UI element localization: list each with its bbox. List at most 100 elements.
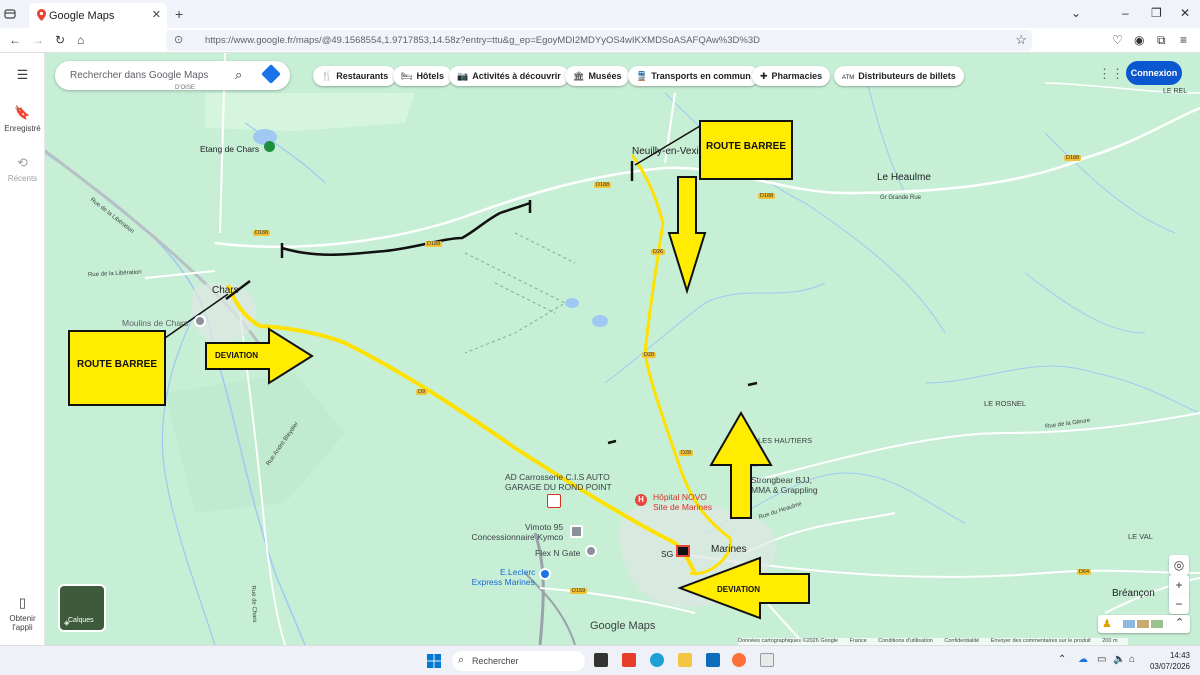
pegman-icon[interactable]: ♟ [1102, 617, 1112, 630]
map-canvas[interactable]: Rechercher dans Google Maps ⌕ 🍴 Restauran… [45, 53, 1200, 645]
place-breancon[interactable]: Bréançon [1112, 588, 1155, 599]
chevron-down-icon[interactable]: ⌄ [1071, 6, 1081, 20]
taskbar-clock[interactable]: 14:43 03/07/2026 [1150, 650, 1190, 672]
search-input[interactable]: Rechercher dans Google Maps [70, 70, 208, 81]
google-maps-logo: Google Maps [590, 620, 656, 632]
poi-flex-n-gate[interactable]: Flex N Gate [535, 548, 580, 558]
chip-restaurants[interactable]: 🍴 Restaurants [313, 66, 397, 86]
gym-pin-icon[interactable] [733, 478, 745, 490]
recent-button[interactable]: ⟲ Récents [0, 155, 45, 183]
firefox-icon[interactable] [732, 653, 746, 667]
road-d28: D28 [642, 352, 657, 358]
windows-start-icon[interactable] [427, 654, 441, 673]
privacy-link[interactable]: Confidentialité [944, 638, 979, 644]
zoom-out-button[interactable]: − [1169, 594, 1189, 614]
park-icon[interactable] [264, 141, 275, 152]
menu-icon[interactable]: ≡ [1180, 33, 1187, 47]
road-d159: D159 [570, 588, 588, 594]
sign-in-button[interactable]: Connexion [1126, 61, 1182, 85]
poi-leclerc[interactable]: E.Leclerc Express Marines [471, 567, 536, 587]
shop-icon[interactable] [570, 525, 583, 538]
saved-button[interactable]: 🔖 Enregistré [0, 105, 45, 133]
tab-google-maps[interactable]: Google Maps ✕ [29, 3, 167, 28]
pocket-icon[interactable]: ♡ [1112, 33, 1123, 47]
poi-strongbear[interactable]: Strongbear BJJ, MMA & Grappling [751, 475, 818, 495]
place-chars[interactable]: Chars [212, 285, 239, 296]
outlook-icon[interactable] [706, 653, 720, 667]
thumbnail-icon[interactable] [1123, 620, 1135, 628]
place-neuilly[interactable]: Neuilly-en-Vexin [632, 146, 704, 157]
chip-transit[interactable]: 🚆 Transports en commun [628, 66, 759, 86]
my-location-icon[interactable]: ◎ [1169, 555, 1189, 575]
poi-ad-carrosserie[interactable]: AD Carrosserie C.I.S AUTO GARAGE DU ROND … [505, 472, 612, 492]
new-tab-button[interactable]: + [175, 6, 183, 22]
scale-label[interactable]: 200 m [1102, 638, 1117, 644]
search-box[interactable]: Rechercher dans Google Maps ⌕ [55, 61, 290, 90]
chip-label: Musées [588, 71, 622, 81]
chip-pharmacies[interactable]: ✚ Pharmacies [752, 66, 831, 86]
saved-label: Enregistré [4, 124, 41, 133]
poi-pin-icon[interactable] [194, 315, 206, 327]
edge-icon[interactable] [650, 653, 664, 667]
site-info-icon[interactable]: ⊙ [174, 33, 183, 46]
poi-moulins[interactable]: Moulins de Chars [122, 318, 188, 328]
file-explorer-icon[interactable] [678, 653, 692, 667]
tab-menu-icon[interactable] [4, 7, 16, 25]
directions-icon[interactable] [261, 64, 281, 84]
sg-bank-icon[interactable] [676, 545, 690, 557]
chip-hotels[interactable]: 🛏 Hôtels [393, 66, 452, 86]
forward-icon[interactable]: → [32, 33, 44, 47]
volume-icon[interactable]: 🔈 [1113, 654, 1125, 665]
onedrive-icon[interactable]: ☁ [1078, 654, 1088, 665]
garage-icon[interactable] [547, 494, 561, 508]
tab-close-icon[interactable]: ✕ [152, 8, 161, 21]
chip-activities[interactable]: 📷 Activités à découvrir [449, 66, 569, 86]
tray-chevron-icon[interactable]: ⌃ [1058, 654, 1066, 665]
zoom-in-button[interactable]: + [1169, 575, 1189, 595]
place-le-heaulme[interactable]: Le Heaulme [877, 172, 931, 183]
close-window-icon[interactable]: ✕ [1180, 6, 1190, 20]
account-icon[interactable]: ◉ [1134, 33, 1144, 47]
chip-museums[interactable]: 🏛 Musées [565, 66, 630, 86]
poi-sg[interactable]: SG [661, 549, 673, 559]
taskbar-search[interactable]: ⌕ Rechercher [452, 651, 585, 671]
reload-icon[interactable]: ↻ [55, 33, 65, 47]
thumbnail-icon[interactable] [1137, 620, 1149, 628]
snipping-tool-icon[interactable] [760, 653, 774, 667]
browser-nav-bar: ← → ↻ ⌂ ⊙ https://www.google.fr/maps/@49… [0, 28, 1200, 53]
restore-icon[interactable]: ❐ [1151, 6, 1162, 20]
hospital-icon[interactable]: H [635, 494, 647, 506]
office-icon[interactable] [622, 653, 636, 667]
layers-button[interactable]: ◈ Calques [58, 584, 106, 632]
thumbnail-icon[interactable] [1151, 620, 1163, 628]
terms-link[interactable]: Conditions d'utilisation [878, 638, 933, 644]
get-app-button[interactable]: ▯ Obtenir l'appli [0, 595, 45, 632]
place-etang[interactable]: Etang de Chars [200, 144, 259, 154]
task-view-icon[interactable] [594, 653, 608, 667]
attribution-country[interactable]: France [850, 638, 867, 644]
poi-hopital[interactable]: Hôpital NOVO Site de Marines [653, 492, 712, 512]
shopping-cart-icon[interactable] [539, 568, 551, 580]
chip-atm[interactable]: ATM Distributeurs de billets [834, 66, 964, 86]
display-icon[interactable]: ▭ [1097, 654, 1106, 665]
home-icon[interactable]: ⌂ [77, 33, 84, 47]
hamburger-menu-icon[interactable]: ☰ [0, 67, 45, 86]
back-icon[interactable]: ← [9, 33, 21, 47]
network-icon[interactable]: ⌂ [1129, 654, 1135, 665]
extensions-icon[interactable]: ⧉ [1157, 33, 1166, 48]
chip-label: Pharmacies [771, 71, 823, 81]
taskbar-search-input[interactable]: Rechercher [472, 656, 519, 666]
bookmark-star-icon[interactable]: ☆ [1015, 32, 1027, 48]
place-marines[interactable]: Marines [711, 544, 747, 555]
chip-label: Activités à découvrir [472, 71, 561, 81]
factory-pin-icon[interactable] [585, 545, 597, 557]
minimize-icon[interactable]: – [1122, 6, 1129, 20]
address-bar[interactable]: ⊙ https://www.google.fr/maps/@49.1568554… [166, 30, 1032, 51]
feedback-link[interactable]: Envoyer des commentaires sur le produit [991, 638, 1091, 644]
maps-sidebar: ☰ 🔖 Enregistré ⟲ Récents ▯ Obtenir l'app… [0, 53, 45, 645]
tab-title: Google Maps [49, 10, 115, 22]
expand-icon[interactable]: ⌃ [1175, 616, 1184, 629]
imagery-strip[interactable]: ♟ ⌃ [1098, 615, 1190, 633]
poi-vimoto[interactable]: Vimoto 95 Concessionnaire Kymco [461, 522, 563, 542]
search-icon[interactable]: ⌕ [235, 67, 242, 83]
